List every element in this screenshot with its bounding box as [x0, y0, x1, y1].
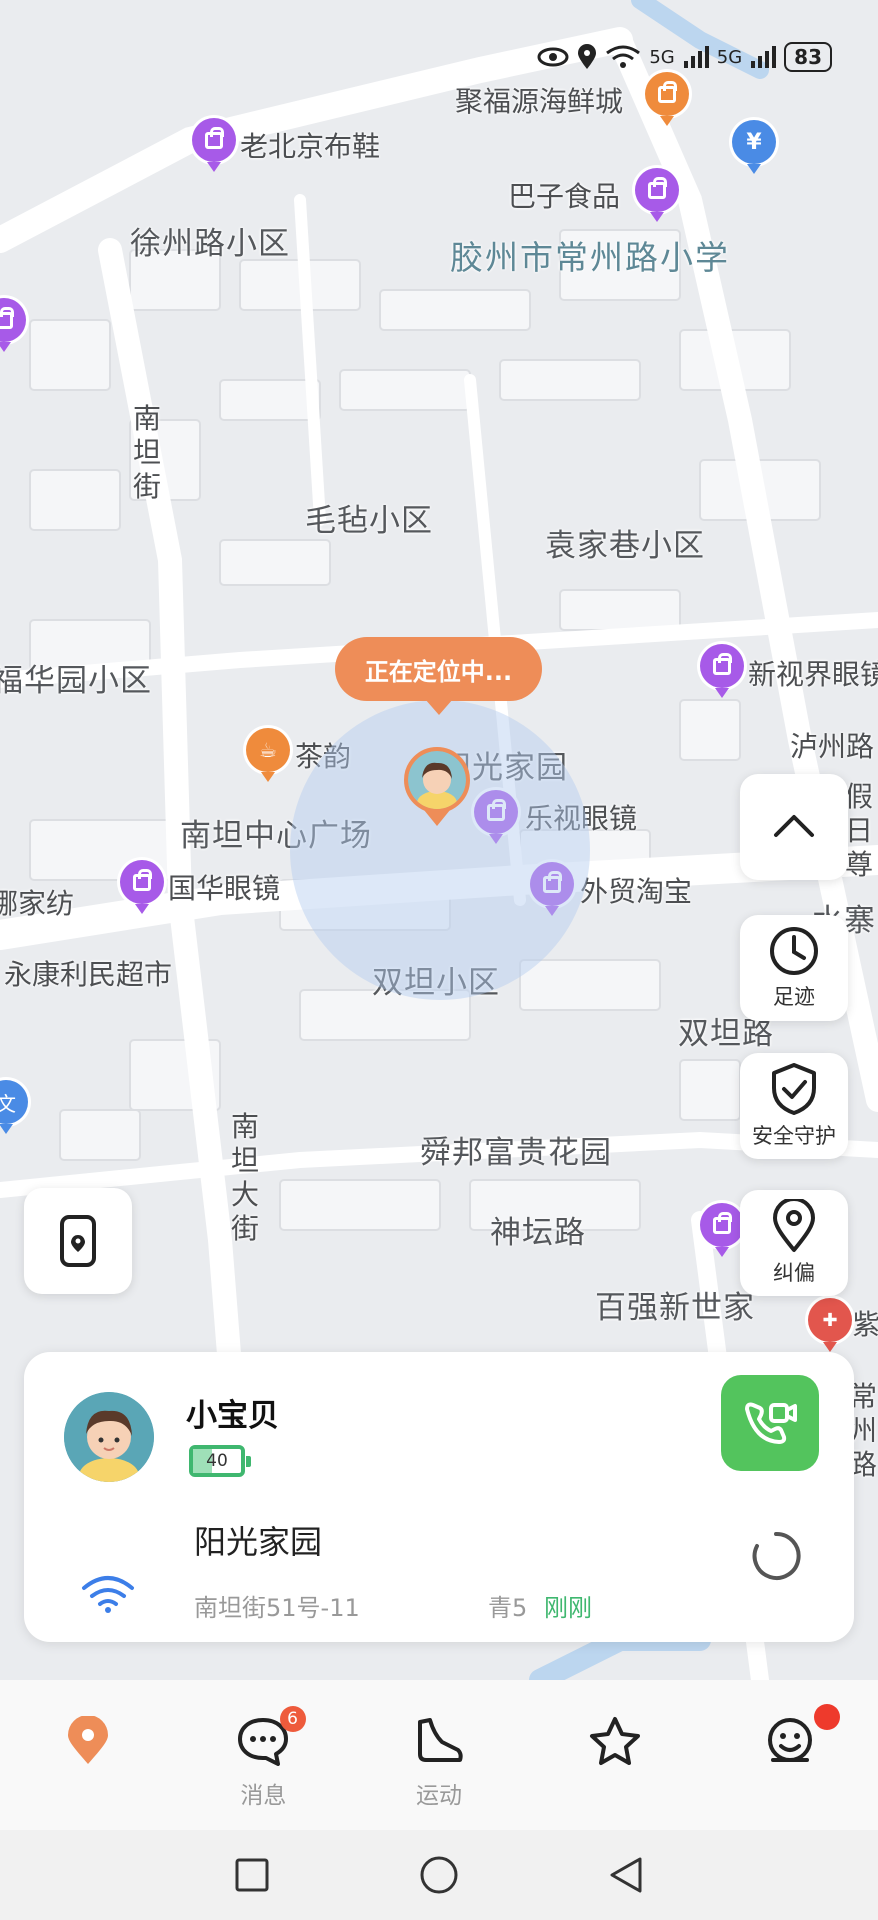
location-icon [67, 1716, 108, 1764]
child-avatar-icon [64, 1392, 154, 1482]
shoe-icon [417, 1718, 463, 1762]
poi-label-zi: 紫 [852, 1308, 878, 1341]
pill-icon: ✚ [822, 1309, 838, 1331]
tab-messages-label: 消息 [240, 1783, 287, 1809]
location-address: 南坦街51号-11 [194, 1594, 360, 1622]
chevron-up-icon [774, 815, 814, 837]
cup-icon: ☕ [259, 738, 277, 762]
locating-bubble: 正在定位中... [335, 637, 542, 715]
poi-label-guohua: 国华眼镜 [168, 872, 281, 905]
wifi-icon [606, 45, 641, 68]
poi-label-xinshijie: 新视界眼镜 [748, 658, 878, 691]
poi-label-shunbang: 舜邦富贵花园 [420, 1135, 612, 1171]
location-address-extra: 青5 [488, 1594, 528, 1622]
poi-label-yongkang: 永康利民超市 [4, 958, 173, 991]
status-bar: 5G 5G 83 [537, 42, 832, 72]
bank-pin-icon[interactable]: ¥ [732, 120, 776, 174]
poi-label-baiqiang: 百强新世家 [595, 1290, 755, 1326]
shop-pin-icon[interactable] [700, 1203, 744, 1257]
poi-label-nuojiafang: 娜家纺 [0, 887, 75, 920]
poi-label-shentan: 神坛路 [490, 1215, 586, 1251]
poi-label-fuhuayuan: 福华园小区 [0, 663, 152, 699]
location-name: 阳光家园 [194, 1523, 323, 1561]
correct-location-button[interactable]: 纠偏 [740, 1190, 848, 1296]
poi-label-yuanjiaxiang: 袁家巷小区 [545, 528, 705, 564]
watch-phone-icon [60, 1215, 96, 1267]
map-pin-icon [773, 1199, 815, 1252]
culture-glyph: 文 [0, 1091, 16, 1116]
notification-dot [814, 1704, 841, 1730]
video-call-button[interactable] [721, 1375, 819, 1471]
home-icon[interactable] [419, 1855, 459, 1895]
child-marker-tail [424, 810, 450, 826]
shield-check-icon [772, 1063, 816, 1115]
safety-guard-button[interactable]: 安全守护 [740, 1053, 848, 1159]
correct-label: 纠偏 [773, 1261, 815, 1285]
poi-label-waimao: 外贸淘宝 [580, 875, 693, 908]
poi-label-bazi: 巴子食品 [508, 180, 621, 213]
device-button[interactable] [24, 1188, 132, 1294]
tab-sport[interactable]: 运动 [351, 1680, 527, 1830]
yen-icon: ¥ [746, 129, 762, 155]
message-badge: 6 [279, 1706, 306, 1732]
shop-pin-icon[interactable] [192, 118, 236, 172]
poi-label-jufuyuan: 聚福源海鲜城 [455, 85, 624, 118]
video-call-icon [745, 1402, 797, 1444]
culture-pin-icon[interactable]: 文 [0, 1080, 28, 1134]
poi-label-laobeijing: 老北京布鞋 [240, 130, 381, 163]
star-icon [589, 1717, 640, 1765]
battery-level: 40 [206, 1451, 228, 1471]
battery-indicator: 83 [784, 42, 832, 72]
wifi-icon [82, 1576, 134, 1613]
signal-icon [751, 46, 777, 68]
avatar [64, 1392, 154, 1482]
tab-messages[interactable]: 6 消息 [176, 1680, 352, 1830]
update-time: 刚刚 [544, 1594, 592, 1622]
footprint-label: 足迹 [773, 985, 815, 1009]
tab-favorites[interactable] [527, 1680, 703, 1830]
recent-apps-icon[interactable] [234, 1857, 270, 1893]
poi-label-luzhou: 泸州路 [790, 730, 875, 763]
poi-label-nantandajie: 南坦大街 [230, 1110, 259, 1245]
child-avatar-icon [408, 751, 466, 809]
network-label-1: 5G [649, 46, 675, 68]
cafe-pin-icon[interactable]: ☕ [246, 728, 290, 782]
location-icon [578, 44, 597, 69]
restaurant-pin-icon[interactable] [645, 72, 689, 126]
poi-label-school: 胶州市常州路小学 [450, 238, 730, 277]
child-location-marker[interactable] [404, 747, 470, 813]
tab-location[interactable] [0, 1680, 176, 1830]
network-label-2: 5G [716, 46, 743, 68]
clock-icon [770, 927, 818, 975]
shop-pin-icon[interactable] [0, 298, 26, 352]
shop-pin-icon[interactable] [700, 644, 744, 698]
shop-pin-icon[interactable] [120, 860, 164, 914]
back-icon[interactable] [608, 1855, 644, 1895]
robot-icon [768, 1718, 813, 1762]
location-accuracy-circle [290, 700, 590, 1000]
footprint-button[interactable]: 足迹 [740, 915, 848, 1021]
tab-sport-label: 运动 [415, 1783, 462, 1809]
child-info-card[interactable]: 小宝贝 40 阳光家园 南坦街51号-11 青5 刚刚 [24, 1352, 854, 1642]
refresh-icon[interactable] [750, 1530, 802, 1582]
tab-bar: 6 消息 运动 [0, 1680, 878, 1830]
system-nav-bar [0, 1830, 878, 1920]
eye-icon [537, 47, 569, 67]
tab-robot[interactable] [702, 1680, 878, 1830]
poi-label-maozhan: 毛毡小区 [305, 503, 433, 539]
poi-label-xuzhoulu: 徐州路小区 [130, 226, 290, 262]
child-name: 小宝贝 [186, 1398, 279, 1434]
poi-label-nantanjie: 南坦街 [132, 402, 161, 503]
collapse-button[interactable] [740, 774, 848, 880]
child-battery: 40 [189, 1445, 251, 1477]
signal-icon [683, 46, 709, 68]
shop-pin-icon[interactable] [635, 168, 679, 222]
pharmacy-pin-icon[interactable]: ✚ [808, 1298, 852, 1352]
safety-label: 安全守护 [752, 1124, 836, 1148]
